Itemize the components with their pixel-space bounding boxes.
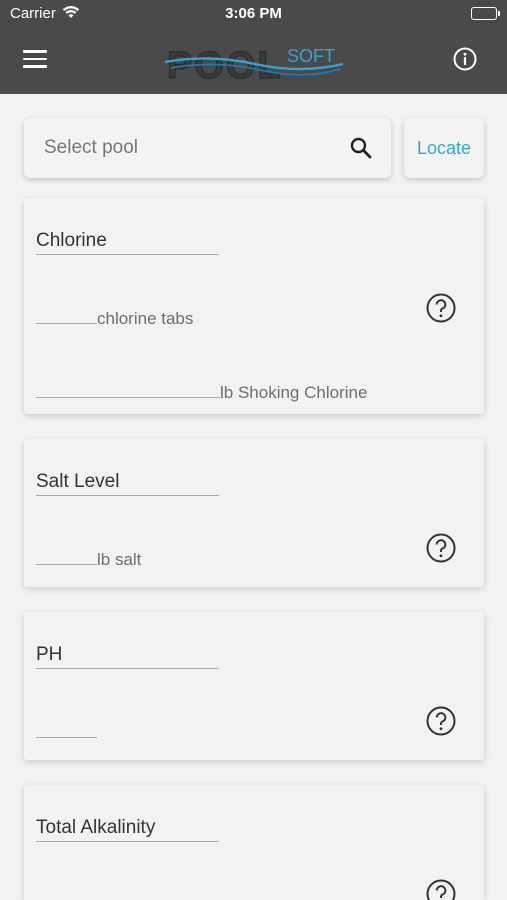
total-alkalinity-title: Total Alkalinity <box>36 817 219 842</box>
salt-level-title: Salt Level <box>36 471 219 496</box>
pool-search-row: Locate <box>24 118 484 180</box>
shock-chlorine-input[interactable] <box>36 382 220 398</box>
shock-chlorine-label: lb Shoking Chlorine <box>220 383 368 402</box>
search-box <box>24 118 391 178</box>
chlorine-tabs-label: chlorine tabs <box>97 309 194 328</box>
logo-accent-text: SOFT <box>287 46 335 66</box>
alkalinity-help-icon[interactable] <box>426 879 456 900</box>
salt-field[interactable]: lb salt <box>36 549 141 570</box>
salt-input[interactable] <box>36 549 97 565</box>
total-alkalinity-card: Total Alkalinity <box>24 785 484 900</box>
ph-card: PH <box>24 612 484 760</box>
chlorine-tabs-input[interactable] <box>36 308 97 324</box>
status-time: 3:06 PM <box>225 5 282 22</box>
nav-bar: POOL SOFT <box>0 28 507 94</box>
chlorine-help-icon[interactable] <box>426 293 456 323</box>
salt-label: lb salt <box>97 550 142 569</box>
ph-input[interactable] <box>36 722 97 738</box>
locate-button[interactable]: Locate <box>404 118 484 178</box>
battery-icon <box>471 7 500 20</box>
status-bar: Carrier 3:06 PM <box>0 0 507 28</box>
shock-chlorine-field[interactable]: lb Shoking Chlorine <box>36 382 367 403</box>
chlorine-tabs-field[interactable]: chlorine tabs <box>36 308 193 329</box>
salt-level-card: Salt Level lb salt <box>24 439 484 587</box>
salt-help-icon[interactable] <box>426 533 456 563</box>
ph-title: PH <box>36 644 219 669</box>
search-icon[interactable] <box>349 136 373 160</box>
info-icon[interactable] <box>453 47 477 71</box>
chlorine-card: Chlorine chlorine tabs lb Shoking Chlori… <box>24 198 484 414</box>
poolsoft-logo: POOL SOFT <box>165 44 344 84</box>
pool-search-input[interactable] <box>44 134 344 162</box>
ph-field[interactable] <box>36 722 97 743</box>
hamburger-menu-icon[interactable] <box>23 50 47 70</box>
chlorine-title: Chlorine <box>36 230 219 255</box>
ph-help-icon[interactable] <box>426 706 456 736</box>
